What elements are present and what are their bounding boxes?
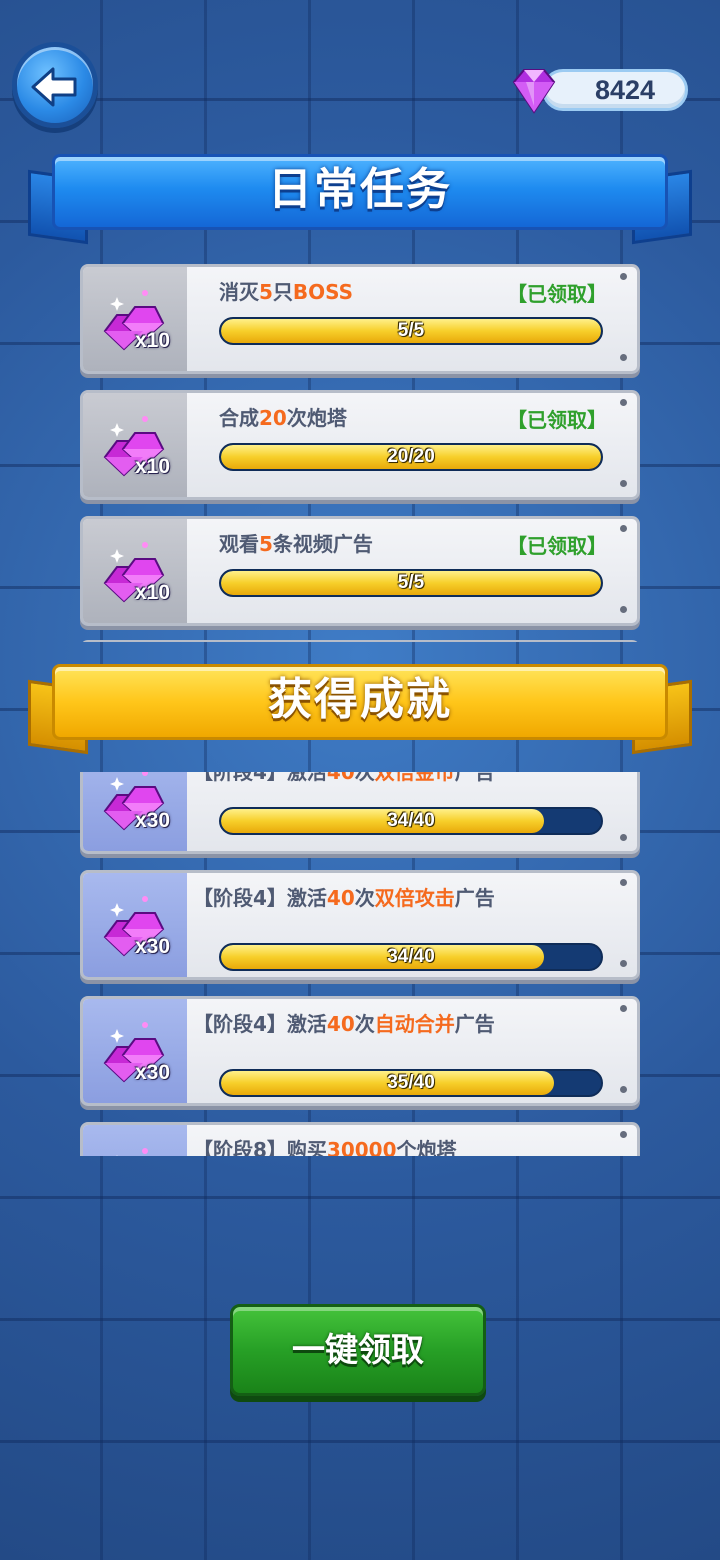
arrow-left-icon bbox=[31, 67, 77, 107]
progress-label: 34/40 bbox=[387, 946, 435, 967]
claim-all-button[interactable]: 一键领取 bbox=[230, 1304, 486, 1396]
reward-box: x30 bbox=[83, 772, 187, 851]
achievement-card: x30 【阶段4】激活40次双倍攻击广告 34/40 bbox=[80, 870, 640, 980]
progress-bar: 20/20 bbox=[219, 443, 603, 471]
reward-quantity: x30 bbox=[135, 935, 171, 958]
progress-label: 20/20 bbox=[387, 446, 435, 467]
claimed-status: 【已领取】 bbox=[507, 534, 607, 558]
daily-tasks-banner: 日常任务 bbox=[24, 150, 696, 250]
reward-quantity: x10 bbox=[135, 455, 171, 478]
task-description: 合成20次炮塔 bbox=[219, 406, 347, 430]
achievements-banner: 获得成就 bbox=[24, 660, 696, 760]
achievement-description: 【阶段4】激活40次自动合并广告 bbox=[193, 1012, 495, 1036]
achievement-description: 【阶段8】购买30000个炮塔 bbox=[193, 1138, 457, 1156]
reward-box: x10 bbox=[83, 519, 187, 623]
reward-quantity: x30 bbox=[135, 809, 171, 832]
task-description: 观看5条视频广告 bbox=[219, 532, 373, 556]
progress-label: 34/40 bbox=[387, 810, 435, 831]
reward-box: x30 bbox=[83, 873, 187, 977]
gem-count: 8424 bbox=[594, 75, 656, 105]
reward-box bbox=[83, 1125, 187, 1156]
back-button[interactable] bbox=[12, 42, 98, 128]
progress-bar: 34/40 bbox=[219, 943, 603, 971]
achievement-card: x30 【阶段4】激活40次自动合并广告 35/40 bbox=[80, 996, 640, 1106]
reward-box: x10 bbox=[83, 267, 187, 371]
progress-bar: 5/5 bbox=[219, 317, 603, 345]
gem-pile-icon bbox=[116, 1148, 148, 1156]
achievement-card: 【阶段8】购买30000个炮塔 bbox=[80, 1122, 640, 1156]
task-card: x10 观看5条视频广告 【已领取】 5/5 bbox=[80, 516, 640, 626]
claimed-status: 【已领取】 bbox=[507, 408, 607, 432]
reward-quantity: x30 bbox=[135, 1061, 171, 1084]
daily-tasks-title: 日常任务 bbox=[268, 164, 452, 215]
claim-all-label: 一键领取 bbox=[292, 1330, 424, 1369]
progress-bar: 35/40 bbox=[219, 1069, 603, 1097]
reward-quantity: x10 bbox=[135, 329, 171, 352]
reward-box: x10 bbox=[83, 393, 187, 497]
progress-label: 5/5 bbox=[397, 572, 425, 593]
purple-gem-icon bbox=[512, 69, 556, 114]
achievement-description: 【阶段4】激活40次双倍攻击广告 bbox=[193, 886, 495, 910]
progress-bar: 5/5 bbox=[219, 569, 603, 597]
gem-counter: 8424 bbox=[506, 66, 690, 114]
progress-label: 35/40 bbox=[387, 1072, 435, 1093]
progress-label: 5/5 bbox=[397, 320, 425, 341]
task-card-partial bbox=[80, 640, 640, 642]
task-card: x10 消灭5只BOSS 【已领取】 5/5 bbox=[80, 264, 640, 374]
achievements-title: 获得成就 bbox=[268, 674, 452, 725]
achievement-card: x30 【阶段4】激活40次双倍金币广告 34/40 bbox=[80, 772, 640, 854]
task-description: 消灭5只BOSS bbox=[219, 280, 354, 304]
reward-quantity: x10 bbox=[135, 581, 171, 604]
progress-bar: 34/40 bbox=[219, 807, 603, 835]
daily-task-list[interactable]: x10 消灭5只BOSS 【已领取】 5/5 x10 合成20次炮塔 【已领取】 bbox=[78, 262, 642, 642]
claimed-status: 【已领取】 bbox=[507, 282, 607, 306]
achievement-list[interactable]: x30 【阶段4】激活40次双倍金币广告 34/40 x30 【阶段4】激活40… bbox=[78, 772, 642, 1156]
task-card: x10 合成20次炮塔 【已领取】 20/20 bbox=[80, 390, 640, 500]
achievement-description: 【阶段4】激活40次双倍金币广告 bbox=[193, 772, 495, 784]
reward-box: x30 bbox=[83, 999, 187, 1103]
